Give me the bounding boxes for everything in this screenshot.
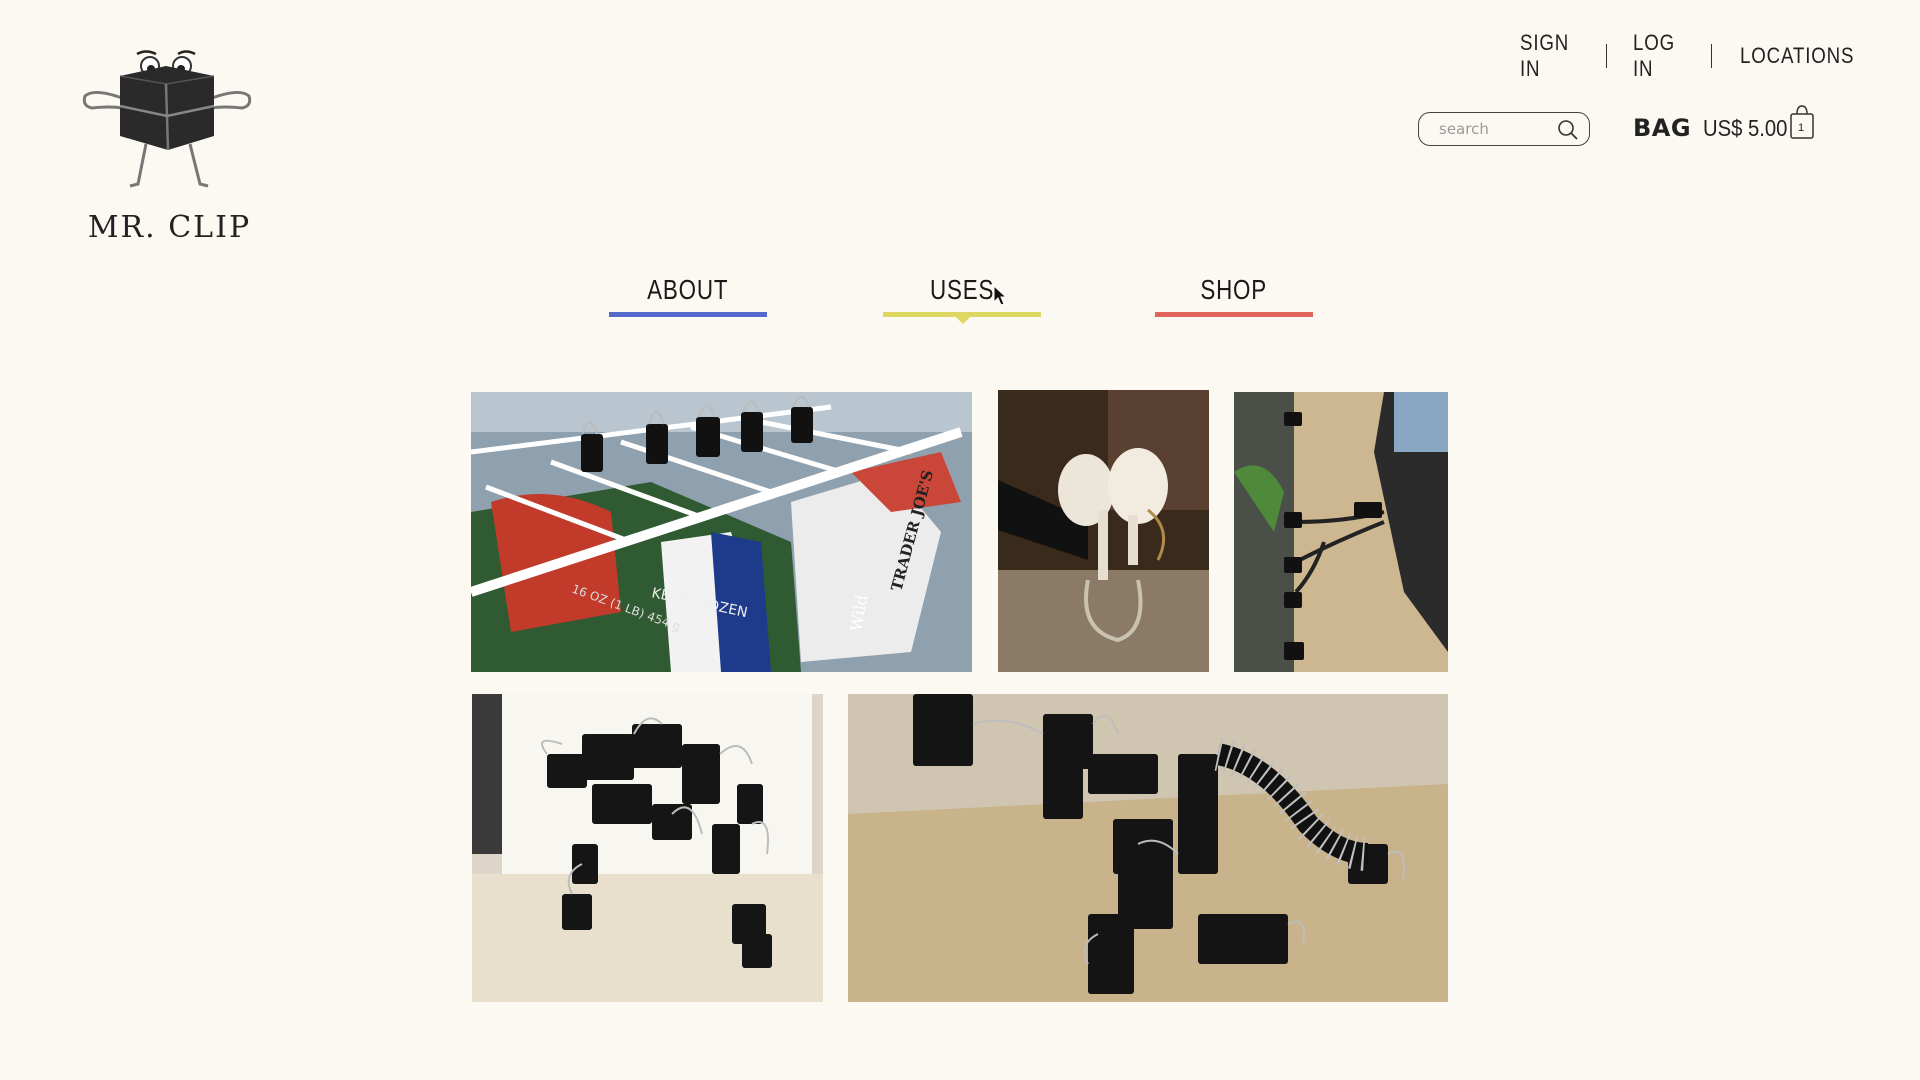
tab-about[interactable]: ABOUT: [609, 274, 767, 317]
tab-underline: [1155, 312, 1313, 317]
account-links: SIGN IN LOG IN LOCATIONS: [1520, 30, 1875, 82]
cable-management-photo[interactable]: [1234, 392, 1448, 672]
clip-dinosaur-photo[interactable]: [848, 694, 1448, 1002]
log-in-link[interactable]: LOG IN: [1633, 30, 1694, 82]
divider: [1711, 44, 1712, 68]
active-indicator: [955, 316, 971, 324]
main-nav: ABOUT USES SHOP: [0, 274, 1920, 334]
brand-name: MR. CLIP: [87, 210, 252, 245]
tab-label: SHOP: [1200, 274, 1268, 305]
bag-label: BAG: [1633, 114, 1692, 142]
bag-total: US$ 5.00: [1703, 114, 1788, 141]
shopping-bag[interactable]: BAG US$ 5.00 1: [1633, 105, 1814, 142]
freezer-bags-photo[interactable]: 16 OZ (1 LB) 454 g KEEP FROZEN TRADER JO…: [471, 392, 972, 672]
tab-underline: [609, 312, 767, 317]
search-icon[interactable]: [1557, 119, 1579, 141]
tab-label: USES: [929, 274, 995, 305]
tab-label: ABOUT: [647, 274, 729, 305]
locations-link[interactable]: LOCATIONS: [1740, 43, 1854, 69]
sign-in-link[interactable]: SIGN IN: [1520, 30, 1586, 82]
search-bar[interactable]: [1418, 112, 1590, 146]
mascot-icon: [82, 50, 252, 188]
search-input[interactable]: [1437, 119, 1551, 139]
logo[interactable]: MR. CLIP: [80, 46, 255, 246]
clip-robot-photo[interactable]: [472, 694, 823, 1002]
tab-shop[interactable]: SHOP: [1155, 274, 1313, 317]
mouse-cursor-icon: [993, 285, 1008, 306]
earbuds-clip-photo[interactable]: [998, 390, 1209, 672]
bag-item-count: 1: [1797, 122, 1805, 134]
divider: [1606, 44, 1607, 68]
tab-uses[interactable]: USES: [883, 274, 1041, 324]
